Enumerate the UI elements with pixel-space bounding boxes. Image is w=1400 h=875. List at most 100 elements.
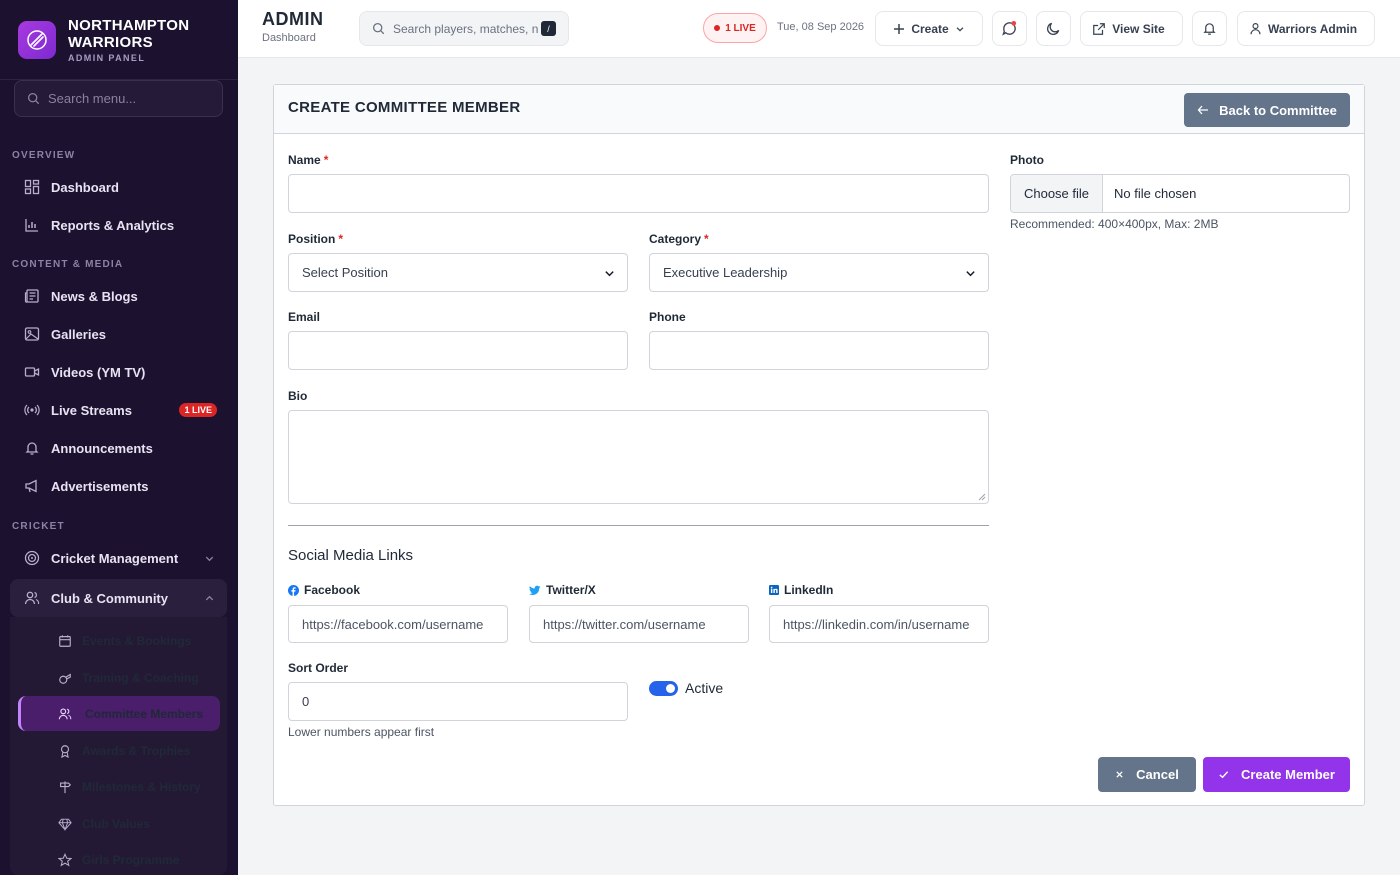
sidebar-subitem-label: Training & Coaching <box>82 670 199 685</box>
megaphone-icon <box>24 478 40 494</box>
sidebar-subitem-label: Club Values <box>82 816 151 831</box>
brand-subtitle: ADMIN PANEL <box>68 52 146 63</box>
moon-icon <box>1047 22 1060 35</box>
live-indicator-label: 1 LIVE <box>725 22 756 34</box>
external-link-icon <box>1093 22 1106 35</box>
section-overview: OVERVIEW <box>12 150 76 161</box>
sidebar-item-cricket-management[interactable]: Cricket Management <box>10 539 227 577</box>
sidebar-item-advertisements[interactable]: Advertisements <box>10 467 227 505</box>
sidebar-subitem-girls[interactable]: Girls Programme <box>18 842 220 875</box>
sidebar-item-galleries[interactable]: Galleries <box>10 315 227 353</box>
phone-input[interactable] <box>649 331 989 370</box>
email-input[interactable] <box>288 331 628 370</box>
photo-help-text: Recommended: 400×400px, Max: 2MB <box>1010 217 1219 231</box>
category-select-value: Executive Leadership <box>663 265 788 280</box>
name-input[interactable] <box>288 174 989 213</box>
sidebar-item-label: News & Blogs <box>51 288 138 304</box>
section-content-media: CONTENT & MEDIA <box>12 259 124 270</box>
bio-textarea[interactable] <box>288 410 989 504</box>
sidebar-search-placeholder: Search menu... <box>48 91 137 106</box>
dark-mode-toggle[interactable] <box>1036 11 1071 46</box>
form-title: CREATE COMMITTEE MEMBER <box>288 99 521 116</box>
view-site-button[interactable]: View Site <box>1080 11 1183 46</box>
twitter-icon <box>529 585 541 595</box>
position-select[interactable]: Select Position <box>288 253 628 292</box>
active-label: Active <box>685 680 724 696</box>
create-committee-form: CREATE COMMITTEE MEMBER Back to Committe… <box>273 84 1365 806</box>
chevron-up-icon <box>204 592 215 607</box>
target-icon <box>24 550 40 566</box>
sidebar-item-label: Club & Community <box>51 590 168 606</box>
sidebar-item-news[interactable]: News & Blogs <box>10 277 227 315</box>
global-search-placeholder: Search players, matches, n <box>393 21 538 36</box>
sidebar-item-dashboard[interactable]: Dashboard <box>10 168 227 206</box>
chevron-down-icon <box>605 271 614 277</box>
sidebar-subitem-training[interactable]: Training & Coaching <box>18 660 220 695</box>
sidebar-subitem-label: Awards & Trophies <box>82 743 191 758</box>
linkedin-icon <box>769 585 779 595</box>
sidebar-item-club-community[interactable]: Club & Community <box>10 579 227 617</box>
top-header: ADMIN Dashboard Search players, matches,… <box>238 0 1400 58</box>
view-site-label: View Site <box>1112 21 1165 36</box>
sidebar-item-label: Reports & Analytics <box>51 217 175 233</box>
page-title: ADMIN <box>262 9 324 29</box>
chevron-down-icon <box>966 271 975 277</box>
cancel-button-label: Cancel <box>1136 767 1179 782</box>
brand-name-line1: NORTHAMPTON <box>68 16 190 34</box>
create-dropdown-button[interactable]: Create <box>875 11 983 46</box>
club-logo-icon <box>18 20 56 59</box>
category-select[interactable]: Executive Leadership <box>649 253 989 292</box>
toggle-knob <box>666 684 675 693</box>
sidebar-subitem-label: Committee Members <box>85 706 204 721</box>
calendar-icon <box>59 634 71 647</box>
messages-button[interactable] <box>992 11 1027 46</box>
active-toggle[interactable] <box>649 681 678 696</box>
brand-name-line2: WARRIORS <box>68 33 153 51</box>
resize-handle-icon[interactable] <box>978 493 986 501</box>
sidebar-subitem-events[interactable]: Events & Bookings <box>18 623 220 658</box>
notifications-button[interactable] <box>1192 11 1227 46</box>
linkedin-input[interactable]: https://linkedin.com/in/username <box>769 605 989 643</box>
live-indicator[interactable]: 1 LIVE <box>703 13 767 43</box>
position-label: Position * <box>288 232 344 246</box>
newspaper-icon <box>24 288 40 304</box>
sidebar-subitem-label: Events & Bookings <box>82 633 192 648</box>
search-icon <box>372 22 385 35</box>
image-icon <box>24 326 40 342</box>
user-menu-button[interactable]: Warriors Admin <box>1237 11 1375 46</box>
sidebar-subitem-milestones[interactable]: Milestones & History <box>18 769 220 804</box>
facebook-icon <box>288 584 299 596</box>
sidebar-subitem-values[interactable]: Club Values <box>18 806 220 841</box>
brand[interactable]: NORTHAMPTON WARRIORS ADMIN PANEL <box>0 0 238 80</box>
current-date: Tue, 08 Sep 2026 <box>777 21 865 33</box>
live-dot-icon <box>714 25 721 31</box>
create-button-label: Create <box>911 21 949 36</box>
sidebar-item-announcements[interactable]: Announcements <box>10 429 227 467</box>
photo-file-input[interactable]: Choose file No file chosen <box>1010 174 1350 213</box>
whistle-icon <box>59 672 71 684</box>
back-button-label: Back to Committee <box>1219 102 1337 118</box>
sidebar-subitem-committee[interactable]: Committee Members <box>18 696 220 731</box>
back-to-committee-button[interactable]: Back to Committee <box>1184 93 1350 127</box>
user-name: Warriors Admin <box>1267 21 1358 36</box>
facebook-input[interactable]: https://facebook.com/username <box>288 605 508 643</box>
chevron-down-icon <box>956 26 964 32</box>
choose-file-button[interactable]: Choose file <box>1011 175 1103 212</box>
card-header: CREATE COMMITTEE MEMBER Back to Committe… <box>274 85 1364 134</box>
sidebar-item-reports[interactable]: Reports & Analytics <box>10 206 227 244</box>
sidebar-item-live-streams[interactable]: Live Streams 1 LIVE <box>10 391 227 429</box>
sidebar-item-videos[interactable]: Videos (YM TV) <box>10 353 227 391</box>
file-status: No file chosen <box>1114 186 1197 201</box>
sidebar-subitem-awards[interactable]: Awards & Trophies <box>18 733 220 768</box>
breadcrumb[interactable]: Dashboard <box>262 32 316 44</box>
sidebar-item-label: Galleries <box>51 326 106 342</box>
cancel-button[interactable]: Cancel <box>1098 757 1196 792</box>
twitter-input[interactable]: https://twitter.com/username <box>529 605 749 643</box>
sort-order-input[interactable]: 0 <box>288 682 628 721</box>
create-member-button[interactable]: Create Member <box>1203 757 1350 792</box>
create-member-label: Create Member <box>1241 767 1335 782</box>
sidebar-item-label: Announcements <box>51 440 153 456</box>
global-search-input[interactable]: Search players, matches, n / <box>359 11 569 46</box>
sidebar-search-input[interactable]: Search menu... <box>14 80 223 117</box>
sidebar-item-label: Advertisements <box>51 478 149 494</box>
